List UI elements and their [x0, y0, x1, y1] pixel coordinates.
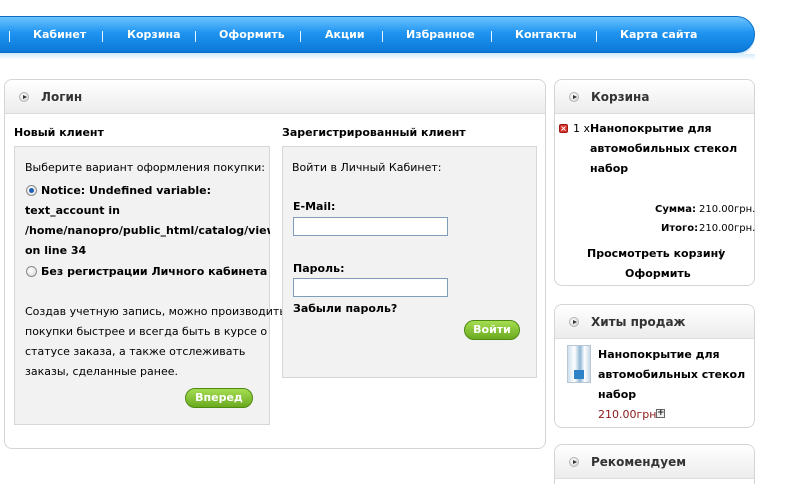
- notice-line: Notice: Undefined variable:: [41, 184, 211, 197]
- cart-sum-label: Сумма:: [655, 204, 696, 215]
- login-prompt: Войти в Личный Кабинет:: [292, 161, 442, 174]
- email-input[interactable]: [293, 217, 448, 236]
- guest-checkout-radio[interactable]: [26, 266, 37, 277]
- product-thumbnail[interactable]: [567, 345, 591, 383]
- bestseller-price: 210.00грн.: [598, 408, 660, 421]
- remove-item-icon[interactable]: ×: [559, 124, 568, 133]
- link-separator: |: [719, 247, 723, 260]
- cart-title: Корзина: [591, 90, 650, 104]
- nav-item-promotions[interactable]: Акции: [325, 28, 365, 41]
- recommended-box: Рекомендуем: [554, 444, 755, 484]
- purchase-option-prompt: Выберите вариант оформления покупки:: [25, 161, 265, 174]
- bullet-arrow-icon: [569, 92, 579, 102]
- bullet-arrow-icon: [569, 317, 579, 327]
- account-info-line: покупки быстрее и всегда быть в курсе о: [25, 325, 268, 338]
- notice-text: Notice: Undefined variable: text_account…: [25, 184, 270, 264]
- cart-box: Корзина × 1 x Нанопокрытие для автомобил…: [554, 79, 755, 286]
- cart-item-quantity: 1 x: [573, 122, 591, 135]
- nav-item-favorites[interactable]: Избранное: [406, 28, 475, 41]
- notice-line: on line 34: [25, 244, 87, 257]
- cart-item-name[interactable]: автомобильных стекол: [590, 142, 737, 155]
- nav-item-checkout[interactable]: Оформить: [219, 28, 285, 41]
- cart-box-header: Корзина: [555, 80, 754, 114]
- view-cart-link[interactable]: Просмотреть корзину: [587, 247, 725, 260]
- bestsellers-box-header: Хиты продаж: [555, 305, 754, 339]
- login-title: Логин: [41, 90, 83, 104]
- nav-item-contacts[interactable]: Контакты: [515, 28, 577, 41]
- cart-item-name[interactable]: набор: [590, 162, 628, 175]
- cart-total-label: Итого:: [661, 223, 699, 234]
- login-button[interactable]: Войти: [464, 320, 520, 340]
- continue-button[interactable]: Вперед: [185, 388, 253, 408]
- bestsellers-title: Хиты продаж: [591, 315, 686, 329]
- email-label: E-Mail:: [293, 200, 336, 213]
- password-label: Пароль:: [293, 262, 345, 275]
- login-box-header: Логин: [5, 80, 545, 114]
- new-client-heading: Новый клиент: [14, 126, 104, 139]
- recommended-box-header: Рекомендуем: [555, 445, 754, 479]
- registered-client-heading: Зарегистрированный клиент: [282, 126, 466, 139]
- nav-separator: [102, 31, 103, 42]
- cart-item-name[interactable]: Нанопокрытие для: [590, 122, 712, 135]
- bestseller-item-name[interactable]: набор: [598, 388, 636, 401]
- add-to-cart-icon[interactable]: +: [656, 409, 665, 418]
- cart-sum-value: 210.00грн.: [699, 204, 756, 215]
- bestseller-item-name[interactable]: автомобильных стекол: [598, 368, 745, 381]
- bestsellers-box: Хиты продаж Нанопокрытие для автомобильн…: [554, 304, 755, 428]
- bullet-arrow-icon: [569, 457, 579, 467]
- notice-line: text_account in: [25, 204, 120, 217]
- recommended-title: Рекомендуем: [591, 455, 687, 469]
- nav-separator: [195, 31, 196, 42]
- notice-line: /home/nanopro/public_html/catalog/view/t…: [25, 224, 270, 237]
- nav-item-cabinet[interactable]: Кабинет: [33, 28, 86, 41]
- nav-shadow: [0, 54, 755, 60]
- login-box: Логин Новый клиент Выберите вариант офор…: [4, 79, 546, 449]
- nav-item-cart[interactable]: Корзина: [127, 28, 181, 41]
- account-info-line: Создав учетную запись, можно производить: [25, 305, 286, 318]
- account-info-line: статусе заказа, а также отслеживать: [25, 345, 246, 358]
- nav-separator: [9, 31, 10, 42]
- nav-item-sitemap[interactable]: Карта сайта: [620, 28, 697, 41]
- password-input[interactable]: [293, 278, 448, 297]
- guest-checkout-label[interactable]: Без регистрации Личного кабинета: [41, 265, 267, 278]
- bullet-arrow-icon: [19, 92, 29, 102]
- nav-separator: [596, 31, 597, 42]
- nav-separator: [300, 31, 301, 42]
- nav-separator: [491, 31, 492, 42]
- top-navigation: Кабинет Корзина Оформить Акции Избранное…: [0, 16, 755, 53]
- registered-client-panel: Войти в Личный Кабинет: E-Mail: Пароль: …: [282, 146, 537, 378]
- checkout-link[interactable]: Оформить: [625, 267, 691, 280]
- forgot-password-link[interactable]: Забыли пароль?: [293, 302, 397, 315]
- new-client-panel: Выберите вариант оформления покупки: Not…: [14, 146, 286, 425]
- bestseller-item-name[interactable]: Нанопокрытие для: [598, 348, 720, 361]
- cart-total-value: 210.00грн.: [699, 223, 756, 234]
- nav-separator: [382, 31, 383, 42]
- account-info-line: заказы, сделанные ранее.: [25, 365, 178, 378]
